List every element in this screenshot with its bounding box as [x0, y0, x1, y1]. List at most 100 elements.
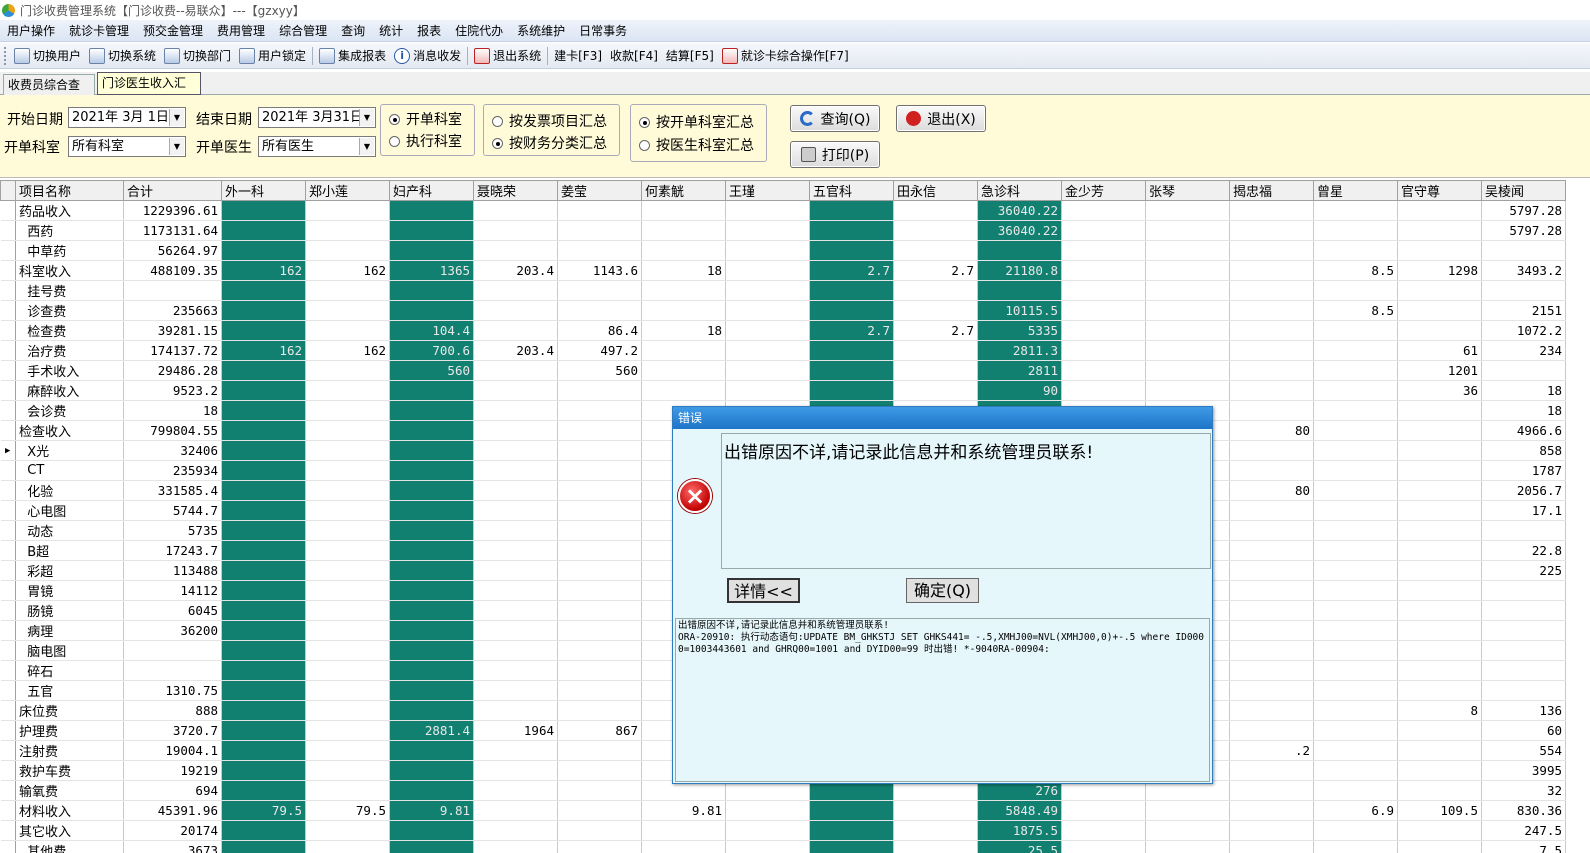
cell-value[interactable] — [1481, 620, 1566, 641]
cell-value[interactable]: 1365 — [389, 260, 474, 281]
cell-value[interactable] — [389, 560, 474, 581]
cell-value[interactable]: 331585.4 — [123, 480, 222, 501]
cell-value[interactable] — [725, 300, 810, 321]
cell-value[interactable] — [557, 300, 642, 321]
cell-value[interactable] — [557, 840, 642, 853]
cell-value[interactable] — [1145, 300, 1230, 321]
cell-value[interactable] — [1397, 440, 1482, 461]
cell-value[interactable]: 3673 — [123, 840, 222, 853]
cell-value[interactable] — [1313, 200, 1398, 221]
tab-cashier-query[interactable]: 收费员综合查询 — [3, 74, 95, 112]
cell-value[interactable] — [1313, 220, 1398, 241]
cell-value[interactable] — [1229, 460, 1314, 481]
cell-value[interactable] — [893, 840, 978, 853]
cell-value[interactable] — [1229, 660, 1314, 681]
cell-value[interactable]: 235934 — [123, 460, 222, 481]
cell-value[interactable] — [1481, 280, 1566, 301]
details-button[interactable]: 详情<< — [727, 578, 800, 603]
row-label[interactable]: 动态 — [15, 520, 124, 541]
cell-value[interactable] — [893, 820, 978, 841]
cell-value[interactable] — [641, 200, 726, 221]
cell-value[interactable] — [1313, 820, 1398, 841]
cell-value[interactable] — [725, 220, 810, 241]
cell-value[interactable] — [1313, 360, 1398, 381]
cell-value[interactable] — [389, 680, 474, 701]
row-label[interactable]: 手术收入 — [15, 360, 124, 381]
cell-value[interactable] — [557, 380, 642, 401]
cell-value[interactable] — [1481, 360, 1566, 381]
cell-value[interactable] — [1061, 380, 1146, 401]
cell-value[interactable]: 5848.49 — [977, 800, 1062, 821]
cell-value[interactable] — [1313, 380, 1398, 401]
cell-value[interactable] — [1145, 340, 1230, 361]
cell-value[interactable] — [1229, 540, 1314, 561]
cell-value[interactable] — [1313, 760, 1398, 781]
cell-value[interactable]: 830.36 — [1481, 800, 1566, 821]
cell-value[interactable] — [473, 640, 558, 661]
cell-value[interactable] — [1397, 300, 1482, 321]
cell-value[interactable] — [641, 220, 726, 241]
cell-value[interactable] — [1313, 840, 1398, 853]
cell-value[interactable] — [221, 240, 306, 261]
cell-value[interactable]: 1310.75 — [123, 680, 222, 701]
cell-value[interactable] — [305, 440, 390, 461]
cell-value[interactable] — [725, 800, 810, 821]
cell-value[interactable] — [221, 420, 306, 441]
cell-value[interactable]: 203.4 — [473, 340, 558, 361]
column-header[interactable]: 何素觥 — [641, 180, 726, 201]
cell-value[interactable] — [473, 420, 558, 441]
cell-value[interactable] — [557, 420, 642, 441]
cell-value[interactable]: 29486.28 — [123, 360, 222, 381]
cell-value[interactable] — [1061, 220, 1146, 241]
cell-value[interactable] — [305, 240, 390, 261]
cell-value[interactable] — [1061, 820, 1146, 841]
cell-value[interactable] — [389, 540, 474, 561]
row-label[interactable]: 治疗费 — [15, 340, 124, 361]
cell-value[interactable] — [1481, 660, 1566, 681]
menu-item-6[interactable]: 统计 — [372, 20, 410, 42]
cell-value[interactable]: 79.5 — [305, 800, 390, 821]
column-header[interactable]: 项目名称 — [15, 180, 124, 201]
column-header[interactable]: 揭忠福 — [1229, 180, 1314, 201]
cell-value[interactable] — [1313, 420, 1398, 441]
cell-value[interactable] — [1229, 220, 1314, 241]
cell-value[interactable] — [1229, 820, 1314, 841]
cell-value[interactable] — [1145, 800, 1230, 821]
cell-value[interactable] — [221, 680, 306, 701]
cell-value[interactable] — [473, 740, 558, 761]
cell-value[interactable] — [557, 820, 642, 841]
cell-value[interactable] — [473, 460, 558, 481]
cell-value[interactable] — [1397, 660, 1482, 681]
cell-value[interactable] — [1481, 580, 1566, 601]
column-header[interactable]: 王瑾 — [725, 180, 810, 201]
cell-value[interactable] — [1229, 260, 1314, 281]
cell-value[interactable] — [221, 780, 306, 801]
cell-value[interactable] — [1229, 700, 1314, 721]
cell-value[interactable] — [473, 760, 558, 781]
cell-value[interactable]: 109.5 — [1397, 800, 1482, 821]
cell-value[interactable]: 39281.15 — [123, 320, 222, 341]
column-header[interactable]: 吴棱闻 — [1481, 180, 1566, 201]
cell-value[interactable] — [1313, 580, 1398, 601]
cell-value[interactable] — [1397, 600, 1482, 621]
cell-value[interactable] — [1397, 240, 1482, 261]
cell-value[interactable] — [809, 220, 894, 241]
cell-value[interactable]: 5335 — [977, 320, 1062, 341]
cell-value[interactable]: 162 — [221, 260, 306, 281]
cell-value[interactable] — [305, 780, 390, 801]
cell-value[interactable] — [1145, 360, 1230, 381]
table-row[interactable]: 药品收入 1229396.61 36040.22 5797.28 — [0, 200, 1566, 221]
cell-value[interactable]: 80 — [1229, 480, 1314, 501]
query-button[interactable]: 查询(Q) — [790, 105, 880, 132]
cell-value[interactable] — [305, 460, 390, 481]
cell-value[interactable] — [221, 200, 306, 221]
cell-value[interactable] — [557, 580, 642, 601]
radio-finance-category[interactable]: 按财务分类汇总 — [492, 133, 607, 153]
cell-value[interactable] — [389, 440, 474, 461]
cell-value[interactable]: 36200 — [123, 620, 222, 641]
row-label[interactable]: X光 — [15, 440, 124, 461]
cell-value[interactable]: 162 — [305, 340, 390, 361]
row-label[interactable]: CT — [15, 460, 124, 481]
cell-value[interactable] — [893, 800, 978, 821]
cell-value[interactable] — [641, 820, 726, 841]
